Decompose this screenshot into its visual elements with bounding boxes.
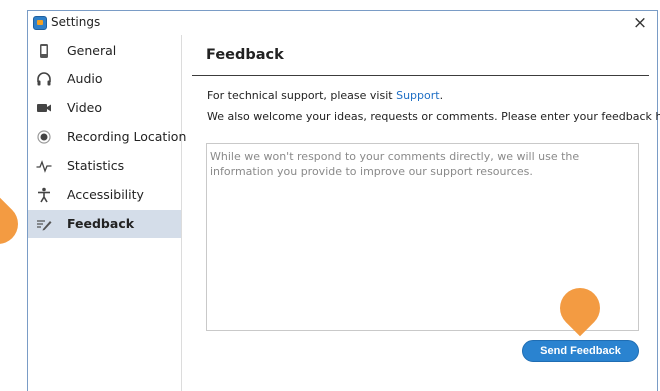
window-title: Settings <box>51 15 101 29</box>
title-divider <box>192 75 649 76</box>
sidebar-item-accessibility[interactable]: Accessibility <box>28 181 181 209</box>
accessibility-icon <box>38 187 50 203</box>
feedback-panel: Feedback For technical support, please v… <box>182 35 660 391</box>
support-suffix: . <box>439 89 444 102</box>
feedback-placeholder: While we won't respond to your comments … <box>210 150 580 178</box>
app-icon <box>33 16 47 30</box>
support-prefix: For technical support, please visit <box>207 89 397 102</box>
sidebar-item-video[interactable]: Video <box>28 94 181 122</box>
settings-window: Settings × General Audio Video Recording… <box>27 10 660 391</box>
feedback-pen-icon <box>37 220 52 231</box>
page-title: Feedback <box>206 47 284 63</box>
close-button[interactable]: × <box>629 12 651 34</box>
sidebar-item-label: Feedback <box>67 216 135 231</box>
callout-marker-feedback <box>0 195 27 253</box>
record-icon <box>37 130 51 144</box>
title-bar: Settings × <box>28 11 657 35</box>
sidebar-item-label: General <box>67 43 117 58</box>
sidebar-item-statistics[interactable]: Statistics <box>28 152 181 180</box>
sidebar-item-label: Recording Location <box>67 129 187 144</box>
welcome-text: We also welcome your ideas, requests or … <box>207 110 660 123</box>
sidebar-item-label: Audio <box>67 71 103 86</box>
send-feedback-button[interactable]: Send Feedback <box>522 340 639 362</box>
sidebar-item-feedback[interactable]: Feedback <box>28 210 181 238</box>
sidebar-item-label: Statistics <box>67 158 125 173</box>
sidebar: General Audio Video Recording Location S… <box>28 35 186 391</box>
sidebar-item-recording-location[interactable]: Recording Location <box>28 123 186 151</box>
sidebar-item-audio[interactable]: Audio <box>28 65 181 93</box>
support-link[interactable]: Support <box>396 89 439 102</box>
headphones-icon <box>37 72 51 86</box>
phone-icon <box>40 44 48 58</box>
sidebar-item-label: Video <box>67 100 103 115</box>
sidebar-item-label: Accessibility <box>67 187 144 202</box>
sidebar-item-general[interactable]: General <box>28 37 181 65</box>
pulse-icon <box>36 160 52 173</box>
support-text: For technical support, please visit Supp… <box>207 89 443 102</box>
camera-icon <box>37 104 51 112</box>
